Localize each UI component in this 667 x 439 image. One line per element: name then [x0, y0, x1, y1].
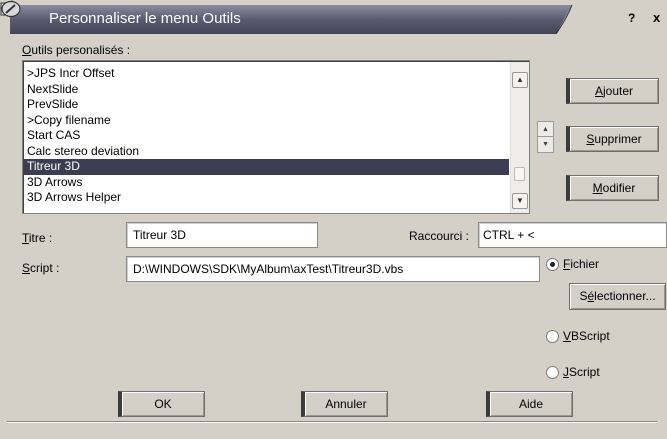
vertical-scrollbar[interactable]: ▲ ▼	[510, 62, 529, 213]
scroll-up-icon[interactable]: ▲	[512, 72, 528, 88]
shortcut-input[interactable]: CTRL + <	[478, 222, 667, 248]
tools-listbox[interactable]: >JPS Incr Offset NextSlide PrevSlide >Copy …	[22, 60, 530, 214]
tools-list-items: >JPS Incr Offset NextSlide PrevSlide >Copy …	[24, 66, 509, 206]
list-item[interactable]: PrevSlide	[24, 97, 509, 113]
title-input[interactable]: Titreur 3D	[126, 222, 318, 248]
list-item[interactable]: 3D Arrows	[24, 175, 509, 191]
radio-vbscript[interactable]	[546, 330, 559, 343]
tools-list-label: Outils personalisés :	[22, 43, 131, 57]
script-path-input[interactable]: D:\WINDOWS\SDK\MyAlbum\axTest\Titreur3D.…	[126, 256, 540, 282]
modify-button[interactable]: Modifier	[566, 175, 659, 201]
list-item[interactable]: NextSlide	[24, 82, 509, 98]
list-item[interactable]: >Copy filename	[24, 113, 509, 129]
add-button[interactable]: Ajouter	[566, 78, 659, 104]
radio-jscript-label[interactable]: JScript	[563, 365, 600, 379]
list-item[interactable]: Titreur 3D	[24, 159, 509, 175]
ok-button[interactable]: OK	[118, 391, 205, 417]
select-file-button[interactable]: Sélectionner...	[569, 283, 666, 310]
list-item[interactable]: >JPS Incr Offset	[24, 66, 509, 82]
radio-file[interactable]	[546, 258, 559, 271]
window-title: Personnaliser le menu Outils	[49, 10, 241, 27]
list-item[interactable]: Calc stereo deviation	[24, 144, 509, 160]
cancel-button[interactable]: Annuler	[301, 391, 388, 417]
script-label: Script :	[22, 261, 60, 275]
reorder-spinner[interactable]: ▲ ▼	[537, 121, 554, 153]
delete-button[interactable]: Supprimer	[566, 126, 659, 152]
scroll-thumb[interactable]	[514, 167, 525, 181]
move-down-icon[interactable]: ▼	[538, 137, 553, 152]
list-item[interactable]: Start CAS	[24, 128, 509, 144]
divider	[7, 421, 657, 423]
radio-vbscript-label[interactable]: VBScript	[563, 329, 610, 343]
help-button-bottom[interactable]: Aide	[486, 391, 573, 417]
title-bar[interactable]: Personnaliser le menu Outils ? x	[0, 0, 667, 34]
rollup-orb-icon[interactable]	[0, 0, 22, 18]
title-label: Titre :	[22, 231, 53, 245]
scroll-down-icon[interactable]: ▼	[512, 193, 528, 209]
move-up-icon[interactable]: ▲	[538, 122, 553, 137]
help-button[interactable]: ?	[628, 11, 635, 25]
close-button[interactable]: x	[653, 10, 660, 25]
radio-file-label[interactable]: Fichier	[563, 257, 599, 271]
list-item[interactable]: 3D Arrows Helper	[24, 190, 509, 206]
shortcut-label: Raccourci :	[409, 229, 470, 243]
radio-jscript[interactable]	[546, 366, 559, 379]
